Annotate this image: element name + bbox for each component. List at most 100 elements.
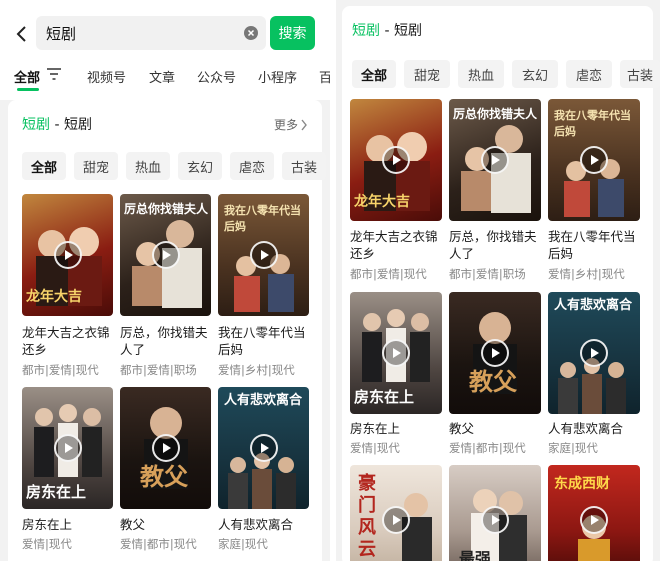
chip-angst[interactable]: 虐恋 <box>566 60 612 88</box>
play-icon <box>382 506 410 534</box>
drama-poster[interactable]: 教父 <box>449 292 541 414</box>
title-line: 后妈 <box>218 342 244 357</box>
title-line: 还乡 <box>350 246 376 261</box>
drama-title[interactable]: 厉总，你找错夫 人了 <box>120 324 214 358</box>
drama-poster[interactable]: 我在八零年代当后妈 <box>548 99 640 221</box>
tab-articles[interactable]: 文章 <box>149 67 175 86</box>
drama-poster[interactable]: 龙年大吉 <box>22 194 113 316</box>
play-icon <box>580 146 608 174</box>
chip-fantasy[interactable]: 玄幻 <box>512 60 558 88</box>
drama-title[interactable]: 龙年大吉之衣锦 还乡 <box>350 228 446 262</box>
drama-title[interactable]: 我在八零年代当 后妈 <box>548 228 644 262</box>
filter-icon[interactable] <box>47 68 61 80</box>
tab-official-accounts[interactable]: 公众号 <box>197 67 236 86</box>
play-icon <box>481 339 509 367</box>
section-separator: - <box>50 117 64 133</box>
chip-action[interactable]: 热血 <box>126 152 170 180</box>
poster-title-art: 最强 <box>459 549 492 561</box>
drama-poster[interactable]: 厉总你找错夫人 <box>120 194 211 316</box>
drama-title[interactable]: 龙年大吉之衣锦 还乡 <box>22 324 116 358</box>
chip-angst[interactable]: 虐恋 <box>230 152 274 180</box>
section-category: 短剧 <box>352 23 380 39</box>
drama-tags: 都市|爱情|职场 <box>449 267 526 281</box>
play-icon <box>53 241 82 269</box>
play-icon <box>249 241 278 269</box>
drama-poster[interactable]: 人有悲欢离合 <box>548 292 640 414</box>
drama-tags: 都市|爱情|现代 <box>350 267 427 281</box>
play-icon <box>382 339 410 367</box>
poster-title-art: 厉总你找错夫人 <box>453 107 538 121</box>
tab-more-cut[interactable]: 百 <box>319 67 330 86</box>
tab-channels[interactable]: 视频号 <box>87 67 126 86</box>
title-line: 还乡 <box>22 342 48 357</box>
search-input[interactable]: 短剧 <box>36 16 266 50</box>
active-tab-indicator <box>17 88 39 91</box>
chip-all[interactable]: 全部 <box>22 152 66 180</box>
chip-action[interactable]: 热血 <box>458 60 504 88</box>
play-icon <box>53 434 82 462</box>
title-line: 我在八零年代当 <box>548 229 636 244</box>
search-button[interactable]: 搜索 <box>270 16 315 50</box>
section-separator: - <box>380 23 394 39</box>
drama-poster[interactable]: 我在八零年代当后妈 <box>218 194 309 316</box>
section-title: 短剧 - 短剧 <box>352 20 422 40</box>
drama-title[interactable]: 房东在上 <box>22 516 72 533</box>
more-label: 更多 <box>273 118 298 132</box>
title-line: 后妈 <box>548 246 574 261</box>
title-line: 龙年大吉之衣锦 <box>22 325 110 340</box>
back-button[interactable] <box>10 22 32 46</box>
play-icon <box>580 506 608 534</box>
section-name: 短剧 <box>63 117 92 133</box>
drama-title[interactable]: 房东在上 <box>350 420 400 437</box>
drama-title[interactable]: 教父 <box>120 516 145 533</box>
play-icon <box>580 339 608 367</box>
poster-title-art: 教父 <box>469 367 517 396</box>
drama-tags: 家庭|现代 <box>218 537 268 551</box>
drama-tags: 都市|爱情|职场 <box>120 363 197 377</box>
more-link[interactable]: 更多 <box>274 116 308 133</box>
drama-title[interactable]: 教父 <box>449 420 474 437</box>
play-icon <box>481 506 509 534</box>
drama-title[interactable]: 人有悲欢离合 <box>548 420 623 437</box>
clear-icon[interactable] <box>244 26 258 40</box>
drama-poster[interactable]: 厉总你找错夫人 <box>449 99 541 221</box>
drama-poster[interactable]: 房东在上 <box>350 292 442 414</box>
drama-poster[interactable]: 教父 <box>120 387 211 509</box>
drama-poster[interactable]: 龙年大吉 <box>350 99 442 221</box>
drama-poster[interactable]: 东成西财 <box>548 465 640 561</box>
title-line: 龙年大吉之衣锦 <box>350 229 438 244</box>
poster-title-art: 我在八零年代当后妈 <box>554 109 631 138</box>
drama-title[interactable]: 厉总，你找错夫 人了 <box>449 228 545 262</box>
chip-fantasy[interactable]: 玄幻 <box>178 152 222 180</box>
drama-poster[interactable]: 人有悲欢离合 <box>218 387 309 509</box>
chip-all[interactable]: 全部 <box>352 60 396 88</box>
drama-poster[interactable]: 房东在上 <box>22 387 113 509</box>
section-title: 短剧 - 短剧 <box>22 114 92 134</box>
poster-title-art: 人有悲欢离合 <box>554 298 633 313</box>
poster-title-art: 房东在上 <box>26 483 87 501</box>
drama-tags: 爱情|现代 <box>350 441 400 455</box>
chip-costume[interactable]: 古装 <box>620 60 660 88</box>
right-screen: 短剧 - 短剧 全部 甜宠 热血 玄幻 虐恋 古装 龙年大吉 厉总你找错夫人 我… <box>336 0 660 561</box>
poster-title-art: 我在八零年代当后妈 <box>224 204 301 233</box>
poster-title-art: 龙年大吉 <box>354 194 410 210</box>
poster-title-art: 龙年大吉 <box>26 289 82 305</box>
drama-title[interactable]: 人有悲欢离合 <box>218 516 293 533</box>
drama-title[interactable]: 我在八零年代当 后妈 <box>218 324 312 358</box>
drama-tags: 家庭|现代 <box>548 441 598 455</box>
drama-card: 短剧 - 短剧 更多 全部 甜宠 热血 玄幻 虐恋 古装 龙年大吉 厉总你找错夫… <box>8 100 326 561</box>
tab-all[interactable]: 全部 <box>14 67 40 86</box>
poster-title-art: 东成西财 <box>554 476 610 492</box>
title-line: 人了 <box>120 342 146 357</box>
chip-sweet[interactable]: 甜宠 <box>74 152 118 180</box>
play-icon <box>151 241 180 269</box>
search-header: 短剧 搜索 全部 视频号 文章 公众号 小程序 百 <box>0 0 330 100</box>
chip-costume[interactable]: 古装 <box>282 152 326 180</box>
tab-mini-programs[interactable]: 小程序 <box>258 67 297 86</box>
drama-poster[interactable]: 最强 <box>449 465 541 561</box>
chip-sweet[interactable]: 甜宠 <box>404 60 450 88</box>
drama-tags: 都市|爱情|现代 <box>22 363 99 377</box>
play-icon <box>481 146 509 174</box>
chevron-right-icon <box>301 119 307 130</box>
drama-poster[interactable]: 豪门风云 <box>350 465 442 561</box>
